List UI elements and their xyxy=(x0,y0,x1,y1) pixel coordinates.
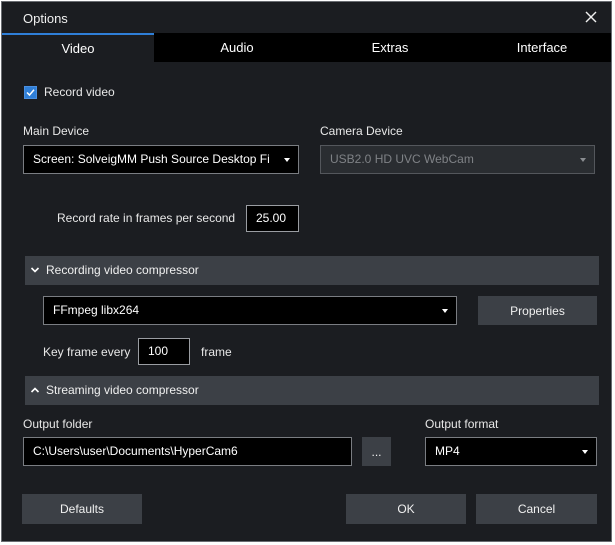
close-icon[interactable] xyxy=(583,9,599,25)
recording-compressor-header[interactable]: Recording video compressor xyxy=(25,256,599,285)
checkmark-icon xyxy=(26,89,35,97)
output-format-select[interactable]: MP4 xyxy=(425,437,597,466)
output-format-value: MP4 xyxy=(435,444,460,458)
camera-device-select[interactable]: USB2.0 HD UVC WebCam xyxy=(320,145,595,174)
ok-button[interactable]: OK xyxy=(346,494,466,524)
record-video-label: Record video xyxy=(44,85,115,99)
tab-interface[interactable]: Interface xyxy=(466,33,615,62)
chevron-down-icon xyxy=(580,158,586,162)
title-bar: Options xyxy=(2,2,611,33)
tab-extras[interactable]: Extras xyxy=(314,33,466,62)
output-folder-value: C:\Users\user\Documents\HyperCam6 xyxy=(33,444,238,458)
properties-button[interactable]: Properties xyxy=(478,296,597,325)
output-folder-input[interactable]: C:\Users\user\Documents\HyperCam6 xyxy=(23,437,352,466)
streaming-compressor-title: Streaming video compressor xyxy=(46,383,199,397)
codec-value: FFmpeg libx264 xyxy=(53,303,140,317)
chevron-up-icon xyxy=(30,387,40,393)
keyframe-unit-label: frame xyxy=(201,345,232,359)
chevron-down-icon xyxy=(582,450,588,454)
keyframe-input[interactable]: 100 xyxy=(138,338,190,365)
tab-video[interactable]: Video xyxy=(2,33,154,62)
defaults-button[interactable]: Defaults xyxy=(22,494,142,524)
chevron-down-icon xyxy=(284,158,290,162)
frame-rate-input[interactable]: 25.00 xyxy=(246,205,299,232)
camera-device-value: USB2.0 HD UVC WebCam xyxy=(330,152,474,166)
window-title: Options xyxy=(23,11,68,26)
recording-compressor-title: Recording video compressor xyxy=(46,263,199,277)
tab-audio[interactable]: Audio xyxy=(161,33,313,62)
frame-rate-label: Record rate in frames per second xyxy=(57,211,236,225)
chevron-down-icon xyxy=(30,267,40,273)
main-device-select[interactable]: Screen: SolveigMM Push Source Desktop Fi xyxy=(23,145,299,174)
options-dialog: Options Video Audio Extras Interface Rec… xyxy=(1,1,612,542)
browse-button[interactable]: ... xyxy=(362,437,391,466)
camera-device-label: Camera Device xyxy=(320,124,403,138)
output-folder-label: Output folder xyxy=(23,417,93,431)
record-video-checkbox[interactable] xyxy=(24,86,37,99)
keyframe-label: Key frame every xyxy=(43,345,131,359)
output-format-label: Output format xyxy=(425,417,499,431)
cancel-button[interactable]: Cancel xyxy=(476,494,597,524)
codec-select[interactable]: FFmpeg libx264 xyxy=(43,296,457,325)
main-device-label: Main Device xyxy=(23,124,90,138)
tab-bar: Video Audio Extras Interface xyxy=(2,33,611,62)
streaming-compressor-header[interactable]: Streaming video compressor xyxy=(25,376,599,405)
chevron-down-icon xyxy=(442,309,448,313)
main-device-value: Screen: SolveigMM Push Source Desktop Fi xyxy=(33,152,270,166)
